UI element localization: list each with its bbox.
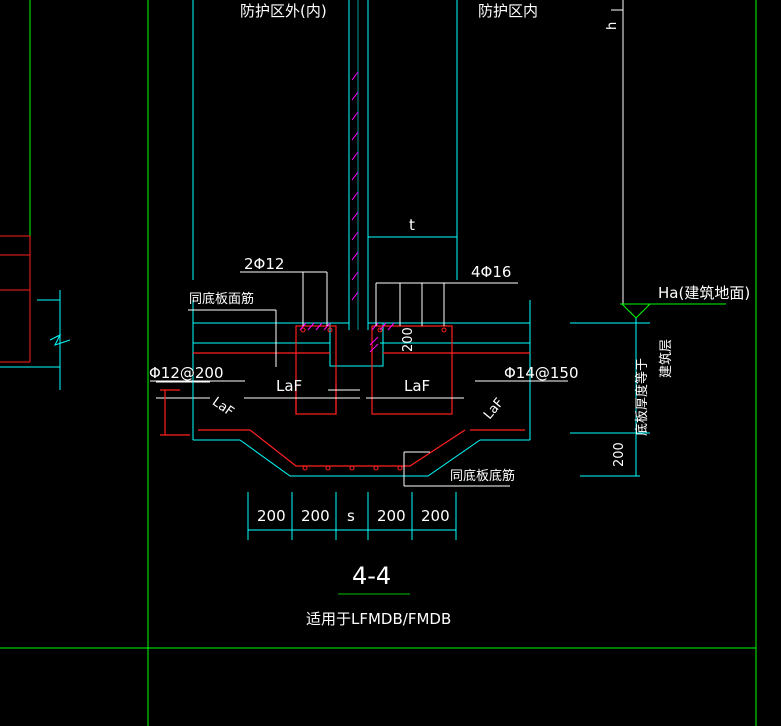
anchor-label-slant-left: LaF [209, 395, 236, 420]
label-inside: 防护区内 [478, 2, 538, 20]
wall [348, 0, 369, 330]
top-bars-right: 4Φ16 [471, 263, 511, 281]
rebar-dots [300, 327, 447, 471]
applies-to: 适用于LFMDB/FMDB [306, 610, 451, 628]
bottom-dim-2: s [347, 507, 355, 525]
wall-thickness-symbol: t [409, 216, 415, 234]
bottom-dim-0: 200 [257, 507, 286, 525]
bottom-dim-1: 200 [301, 507, 330, 525]
anchor-label-slant-right: LaF [481, 396, 507, 423]
slab-outline [192, 300, 531, 477]
dim-right-vertical: 200 [612, 442, 627, 467]
anchor-label-right: LaF [404, 377, 430, 395]
section-boundaries [192, 0, 458, 280]
anchor-label-left: LaF [276, 377, 302, 395]
building-layer: 建筑层 [658, 339, 674, 378]
ground-level: Ha(建筑地面) [658, 284, 750, 302]
section-title: 4-4 [352, 562, 391, 590]
stirrup-right: Φ14@150 [504, 364, 579, 382]
top-rebar-hatch [299, 322, 395, 353]
stirrup-left: Φ12@200 [149, 364, 224, 382]
bottom-dim-4: 200 [421, 507, 450, 525]
label-outside: 防护区外(内) [240, 2, 327, 20]
dim-200-vertical: 200 [401, 327, 416, 352]
height-dimension [611, 0, 624, 305]
same-as-top-bars: 同底板面筋 [189, 291, 254, 307]
top-bars-left: 2Φ12 [244, 255, 284, 273]
cad-drawing: 防护区外(内) 防护区内 h t 2Φ12 4Φ16 同底板面筋 Φ12@200… [0, 0, 757, 726]
same-as-bottom-bars: 同底板底筋 [450, 468, 515, 484]
bottom-dim-3: 200 [377, 507, 406, 525]
height-symbol: h [605, 22, 620, 30]
slab-thickness-note: 底板厚度等于 [634, 358, 650, 436]
rebar [160, 325, 530, 467]
